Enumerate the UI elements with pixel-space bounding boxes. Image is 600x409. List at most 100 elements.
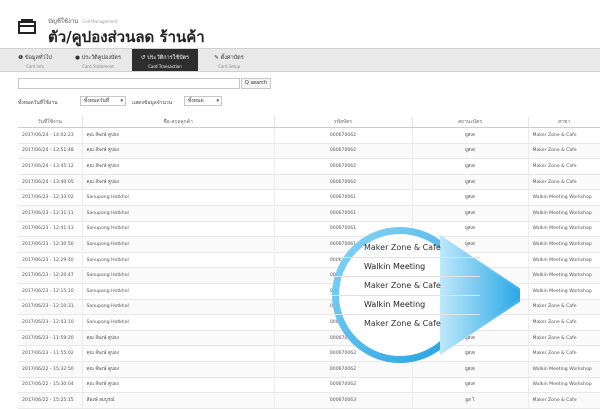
cell-branch: Walkin Meeting Workshop: [528, 252, 600, 269]
page-title: ตัว/คูปองส่วนลด ร้านค้า: [48, 28, 205, 46]
col-header-date[interactable]: วันที่ใช้งาน: [18, 117, 83, 128]
cell-branch: Maker Zone & Cafe: [528, 174, 600, 191]
cell-date: 2017/06/22 - 15:32:50: [18, 361, 83, 378]
table-row[interactable]: 2017/06/23 - 11:59:20 คุณ ลีพงษ์ คูปอง 000…: [18, 330, 600, 347]
cell-customer: Sanupong Hotkhol: [82, 189, 275, 206]
cell-branch: Walkin Meeting Workshop: [528, 361, 600, 378]
lens-line: Maker Zone & Cafe: [364, 319, 441, 328]
lens-line: Maker Zone & Cafe: [332, 239, 480, 258]
table-row[interactable]: 2017/06/24 - 13:40:05 คุณ ลีพงษ์ คูปอง 000…: [18, 174, 600, 191]
cell-branch: Maker Zone & Cafe: [528, 345, 600, 362]
cell-customer: ลีพงษ์ สมบูรณ์: [82, 392, 275, 409]
date-filter-select[interactable]: ทั้งหมดวันที่ ▾: [80, 96, 126, 106]
cell-status: ยูสเด: [412, 361, 529, 378]
cell-customer: คุณ ลีพงษ์ คูปอง: [82, 143, 275, 160]
cell-branch: Maker Zone & Cafe: [528, 299, 600, 316]
tab-card-statement[interactable]: ● ประวัติคูปองบัตร Card Statement: [66, 49, 130, 71]
table-row[interactable]: 2017/06/23 - 12:15:10 Sanupong Hotkhol 000…: [18, 283, 600, 300]
col-header-branch[interactable]: สาขา: [528, 117, 600, 128]
cell-date: 2017/06/23 - 12:30:50: [18, 236, 83, 253]
table-row[interactable]: 2017/06/23 - 12:20:47 Sanupong Hotkhol 000…: [18, 267, 600, 284]
cell-status: ยูส ไ: [412, 392, 529, 409]
cell-customer: Sanupong Hotkhol: [82, 205, 275, 222]
cell-customer: คุณ ลีพงษ์ คูปอง: [82, 330, 275, 347]
cell-date: 2017/06/23 - 12:10:31: [18, 299, 83, 316]
table-row[interactable]: 2017/06/23 - 12:10:31 Sanupong Hotkhol 000…: [18, 299, 600, 316]
table-row[interactable]: 2017/06/24 - 14:02:23 คุณ ลีพงษ์ คูปอง 000…: [18, 127, 600, 144]
cell-branch: Walkin Meeting Workshop: [528, 221, 600, 238]
table-row[interactable]: 2017/06/23 - 12:31:11 Sanupong Hotkhol 000…: [18, 205, 600, 222]
cell-customer: Sanupong Hotkhol: [82, 283, 275, 300]
cell-customer: คุณ ลีพงษ์ คูปอง: [82, 361, 275, 378]
rows-filter-select[interactable]: ทั้งหมด ▾: [184, 96, 222, 106]
lens-line: Maker Zone & Cafe: [332, 277, 480, 296]
table-row[interactable]: 2017/06/24 - 13:51:48 คุณ ลีพงษ์ คูปอง 000…: [18, 143, 600, 160]
cell-date: 2017/06/23 - 12:33:02: [18, 189, 83, 206]
info-icon: ❶: [18, 55, 25, 61]
tab-card-info[interactable]: ❶ ข้อมูลทั่วไป Card Info: [6, 49, 64, 71]
cell-customer: คุณ ลีพงษ์ คูปอง: [82, 377, 275, 394]
cell-date: 2017/06/23 - 12:03:10: [18, 314, 83, 331]
cell-branch: Walkin Meeting Workshop: [528, 267, 600, 284]
ticket-icon: [18, 19, 36, 34]
cell-card-code: 000670062: [274, 158, 413, 175]
cell-status: ยูสเด: [412, 345, 529, 362]
table-row[interactable]: 2017/06/24 - 13:45:12 คุณ ลีพงษ์ คูปอง 000…: [18, 158, 600, 175]
cell-status: ยูสเด: [412, 158, 529, 175]
cell-date: 2017/06/24 - 13:51:48: [18, 143, 83, 160]
table-header-row: วันที่ใช้งาน ชื่อ-สกุลลูกค้า รหัสบัตร สถ…: [18, 117, 600, 128]
table-row[interactable]: 2017/06/23 - 12:30:50 Sanupong Hotkhol 000…: [18, 236, 600, 253]
cell-status: ยูสเด: [412, 377, 529, 394]
table-row[interactable]: 2017/06/23 - 12:03:10 Sanupong Hotkhol 000…: [18, 314, 600, 331]
col-header-status[interactable]: สถานะบัตร: [412, 117, 529, 128]
cell-status: ยูสเด: [412, 189, 529, 206]
chevron-down-icon: ▾: [120, 98, 123, 104]
col-header-card-code[interactable]: รหัสบัตร: [274, 117, 413, 128]
table-row[interactable]: 2017/06/22 - 15:30:04 คุณ ลีพงษ์ คูปอง 000…: [18, 377, 600, 394]
cell-branch: Maker Zone & Cafe: [528, 158, 600, 175]
cell-date: 2017/06/23 - 12:20:47: [18, 267, 83, 284]
cell-date: 2017/06/23 - 11:55:02: [18, 345, 83, 362]
table-row[interactable]: 2017/06/23 - 12:41:13 Sanupong Hotkhol 000…: [18, 221, 600, 238]
cell-date: 2017/06/24 - 14:02:23: [18, 127, 83, 144]
magnifier-content: Maker Zone & Cafe Walkin Meeting Maker Z…: [332, 239, 480, 333]
cell-date: 2017/06/23 - 12:41:13: [18, 221, 83, 238]
cell-customer: Sanupong Hotkhol: [82, 267, 275, 284]
cell-date: 2017/06/22 - 15:25:15: [18, 392, 83, 409]
transaction-table: วันที่ใช้งาน ชื่อ-สกุลลูกค้า รหัสบัตร สถ…: [18, 117, 600, 409]
cell-customer: คุณ ลีพงษ์ คูปอง: [82, 158, 275, 175]
cell-customer: Sanupong Hotkhol: [82, 236, 275, 253]
cell-branch: Walkin Meeting Workshop: [528, 205, 600, 222]
cell-customer: Sanupong Hotkhol: [82, 299, 275, 316]
cell-status: ยูสเด: [412, 221, 529, 238]
page-header: บัญชีใช้งาน Coll Management ตัว/คูปองส่วน…: [0, 0, 600, 46]
tab-card-setup[interactable]: ✎ ตั้งค่าบัตร Card Setup: [200, 49, 258, 71]
cell-customer: Sanupong Hotkhol: [82, 252, 275, 269]
table-body: 2017/06/24 - 14:02:23 คุณ ลีพงษ์ คูปอง 000…: [18, 127, 600, 409]
cell-customer: คุณ ลีพงษ์ คูปอง: [82, 174, 275, 191]
cell-branch: Maker Zone & Cafe: [528, 143, 600, 160]
cell-date: 2017/06/23 - 12:31:11: [18, 205, 83, 222]
cell-date: 2017/06/23 - 11:59:20: [18, 330, 83, 347]
cell-status: ยูสเด: [412, 143, 529, 160]
table-row[interactable]: 2017/06/23 - 12:29:40 Sanupong Hotkhol 000…: [18, 252, 600, 269]
col-header-customer[interactable]: ชื่อ-สกุลลูกค้า: [82, 117, 275, 128]
card-tabs: ❶ ข้อมูลทั่วไป Card Info ● ประวัติคูปองบ…: [0, 48, 600, 72]
cell-branch: Walkin Meeting Workshop: [528, 283, 600, 300]
cell-card-code: 000670063: [274, 392, 413, 409]
cell-branch: Walkin Meeting Workshop: [528, 189, 600, 206]
lens-line: Walkin Meeting: [332, 296, 480, 315]
rows-filter-label: แสดงข้อมูลจำนวน: [132, 100, 173, 106]
cell-date: 2017/06/23 - 12:15:10: [18, 283, 83, 300]
search-input[interactable]: [18, 78, 240, 89]
filter-row: ทั้งหมดวันที่ใช้งาน ทั้งหมดวันที่ ▾ แสดงข…: [18, 96, 318, 108]
table-row[interactable]: 2017/06/23 - 11:55:02 คุณ ลีพงษ์ คูปอง 000…: [18, 345, 600, 362]
table-row[interactable]: 2017/06/23 - 12:33:02 Sanupong Hotkhol 000…: [18, 189, 600, 206]
table-row[interactable]: 2017/06/22 - 15:32:50 คุณ ลีพงษ์ คูปอง 000…: [18, 361, 600, 378]
cell-card-code: 000670062: [274, 345, 413, 362]
tab-card-transaction[interactable]: ↺ ประวัติการใช้บัตร Card Transaction: [132, 49, 198, 71]
cell-status: ยูสเด: [412, 127, 529, 144]
cell-card-code: 000670062: [274, 127, 413, 144]
search-button[interactable]: Q search: [241, 78, 271, 89]
table-row[interactable]: 2017/06/22 - 15:25:15 ลีพงษ์ สมบูรณ์ 00067…: [18, 392, 600, 409]
